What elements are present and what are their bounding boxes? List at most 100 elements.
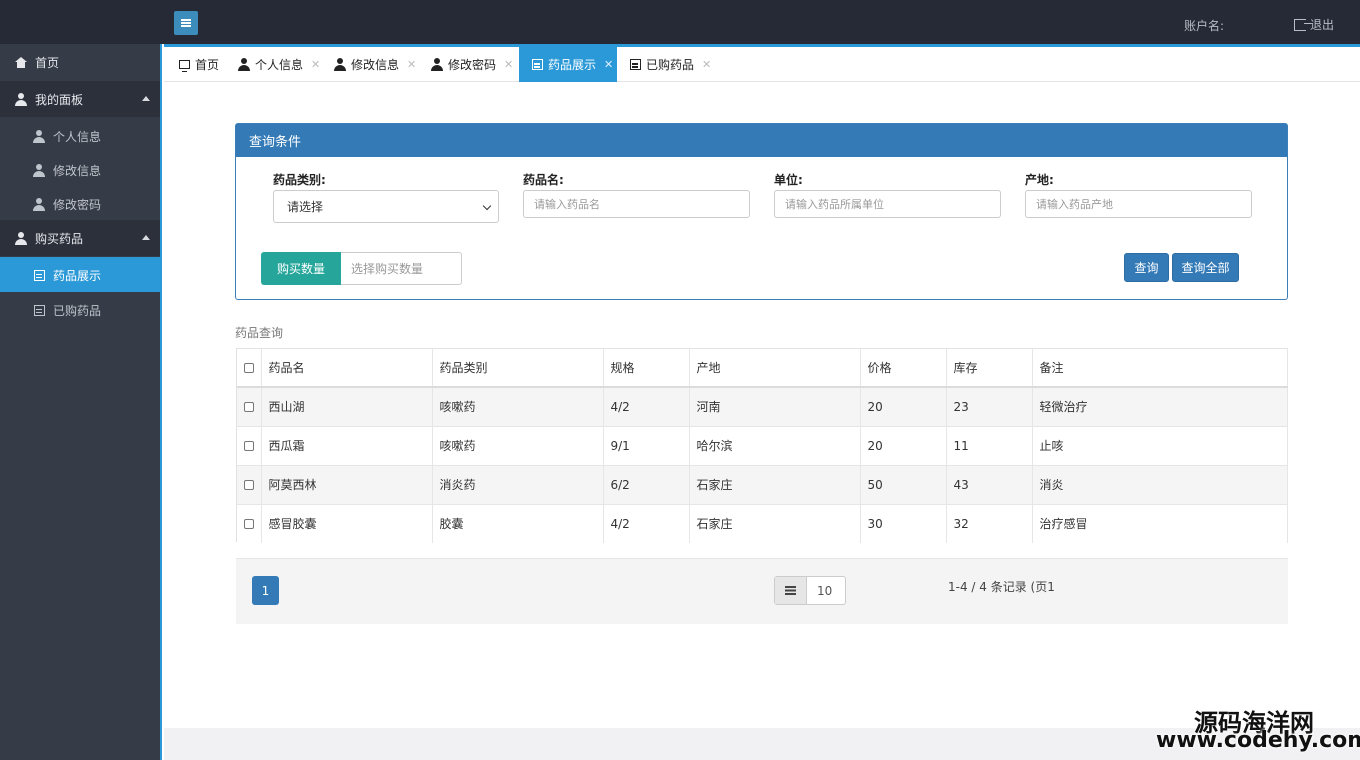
sidebar-group-buy-medicine[interactable]: 购买药品 <box>0 220 160 256</box>
column-header[interactable]: 药品名 <box>261 349 433 388</box>
column-header[interactable]: 药品类别 <box>432 349 604 388</box>
search-button[interactable]: 查询 <box>1124 253 1169 282</box>
name-input[interactable]: 请输入药品名 <box>523 190 750 218</box>
table-row[interactable]: 西山湖 咳嗽药 4/2 河南 20 23 轻微治疗 <box>237 386 1288 426</box>
page-size-value: 10 <box>817 583 833 598</box>
column-header[interactable]: 产地 <box>689 349 861 388</box>
tab-purchased[interactable]: 已购药品 ✕ <box>617 47 715 82</box>
list-icon <box>32 268 46 282</box>
sidebar-item-edit-info[interactable]: 修改信息 <box>0 152 160 188</box>
sidebar-item-medicine-display[interactable]: 药品展示 <box>0 257 160 293</box>
column-header[interactable]: 规格 <box>603 349 690 388</box>
select-all-checkbox[interactable] <box>244 363 254 373</box>
table-cell: 西山湖 <box>261 386 433 426</box>
user-icon <box>14 92 28 106</box>
user-edit-icon <box>334 58 346 71</box>
tab-home[interactable]: 首页 <box>166 47 232 82</box>
unit-input[interactable]: 请输入药品所属单位 <box>774 190 1001 218</box>
unit-label: 单位: <box>774 173 803 187</box>
close-icon[interactable]: ✕ <box>604 58 613 71</box>
home-icon <box>14 55 28 69</box>
origin-placeholder: 请输入药品产地 <box>1036 198 1113 211</box>
list-icon <box>785 586 796 595</box>
row-select-cell <box>237 425 262 465</box>
top-bar: 账户名: 退出 <box>0 0 1360 44</box>
origin-label: 产地: <box>1025 173 1054 187</box>
table-cell: 11 <box>946 425 1033 465</box>
category-value: 请选择 <box>287 200 324 214</box>
table-cell: 消炎 <box>1032 464 1288 504</box>
origin-input[interactable]: 请输入药品产地 <box>1025 190 1252 218</box>
close-icon[interactable]: ✕ <box>702 58 711 71</box>
sidebar-item-change-password[interactable]: 修改密码 <box>0 186 160 222</box>
row-checkbox[interactable] <box>244 480 254 490</box>
tab-label: 修改密码 <box>448 58 497 72</box>
user-lock-icon <box>431 58 443 71</box>
sidebar-item-label: 我的面板 <box>35 92 84 107</box>
table-cell: 20 <box>860 425 947 465</box>
quantity-input[interactable]: 选择购买数量 <box>341 252 462 285</box>
caret-up-icon <box>142 235 150 240</box>
table-cell: 咳嗽药 <box>432 425 604 465</box>
sidebar: 首页 我的面板 个人信息 修改信息 修改密码 购买药品 药品展示 已购药品 <box>0 44 162 760</box>
table-row[interactable]: 感冒胶囊 胶囊 4/2 石家庄 30 32 治疗感冒 <box>237 503 1288 543</box>
sidebar-item-purchased[interactable]: 已购药品 <box>0 292 160 328</box>
table-row[interactable]: 阿莫西林 消炎药 6/2 石家庄 50 43 消炎 <box>237 464 1288 504</box>
table-cell: 轻微治疗 <box>1032 386 1288 426</box>
column-header[interactable]: 库存 <box>946 349 1033 388</box>
tab-label: 修改信息 <box>351 58 400 72</box>
table-cell: 4/2 <box>603 386 690 426</box>
close-icon[interactable]: ✕ <box>504 58 513 71</box>
panel-title: 查询条件 <box>236 124 1287 157</box>
query-panel: 查询条件 药品类别: 请选择 药品名: 请输入药品名 单位: 请输入药品所属单位… <box>235 123 1288 300</box>
row-select-cell <box>237 464 262 504</box>
user-lock-icon <box>32 197 46 211</box>
page-number-button[interactable]: 1 <box>252 576 279 605</box>
user-icon <box>238 58 250 71</box>
category-select[interactable]: 请选择 <box>273 190 499 223</box>
user-info-icon <box>32 129 46 143</box>
column-header[interactable]: 价格 <box>860 349 947 388</box>
table-cell: 治疗感冒 <box>1032 503 1288 543</box>
row-checkbox[interactable] <box>244 519 254 530</box>
table-cell: 20 <box>860 386 947 426</box>
table-cell: 4/2 <box>603 503 690 543</box>
menu-toggle-button[interactable] <box>174 11 198 35</box>
name-placeholder: 请输入药品名 <box>534 198 600 211</box>
chevron-down-icon <box>482 201 492 211</box>
tab-label: 已购药品 <box>646 58 695 72</box>
tab-medicine-display[interactable]: 药品展示 ✕ <box>519 47 617 82</box>
row-checkbox[interactable] <box>244 441 254 451</box>
user-edit-icon <box>32 163 46 177</box>
page-size-selector[interactable]: 10 <box>774 576 846 605</box>
tab-bar: 首页 个人信息 ✕ 修改信息 ✕ 修改密码 ✕ 药品展示 ✕ 已购药品 ✕ <box>164 44 1360 82</box>
tab-change-password[interactable]: 修改密码 ✕ <box>419 47 519 82</box>
close-icon[interactable]: ✕ <box>311 58 320 71</box>
column-header[interactable]: 备注 <box>1032 349 1288 388</box>
tab-personal-info[interactable]: 个人信息 ✕ <box>226 47 322 82</box>
table-cell: 32 <box>946 503 1033 543</box>
hamburger-icon <box>181 19 191 27</box>
sidebar-item-personal-info[interactable]: 个人信息 <box>0 118 160 154</box>
table-header-row: 药品名 药品类别 规格 产地 价格 库存 备注 <box>237 349 1288 388</box>
page-size-button[interactable] <box>775 577 807 604</box>
sidebar-item-home[interactable]: 首页 <box>0 44 160 80</box>
name-label: 药品名: <box>523 173 564 187</box>
table-cell: 6/2 <box>603 464 690 504</box>
table-cell: 43 <box>946 464 1033 504</box>
results-table: 药品名 药品类别 规格 产地 价格 库存 备注 西山湖 咳嗽药 4/2 河南 2… <box>236 348 1288 543</box>
table-cell: 23 <box>946 386 1033 426</box>
list-icon <box>531 59 543 71</box>
tab-label: 首页 <box>195 58 220 72</box>
sidebar-group-my-panel[interactable]: 我的面板 <box>0 81 160 117</box>
table-row[interactable]: 西瓜霜 咳嗽药 9/1 哈尔滨 20 11 止咳 <box>237 425 1288 465</box>
tab-edit-info[interactable]: 修改信息 ✕ <box>322 47 418 82</box>
section-title: 药品查询 <box>235 326 284 340</box>
table-cell: 西瓜霜 <box>261 425 433 465</box>
close-icon[interactable]: ✕ <box>407 58 416 71</box>
row-checkbox[interactable] <box>244 402 254 413</box>
table-cell: 阿莫西林 <box>261 464 433 504</box>
logout-button[interactable]: 退出 <box>1294 16 1334 33</box>
unit-placeholder: 请输入药品所属单位 <box>785 198 884 211</box>
search-all-button[interactable]: 查询全部 <box>1172 253 1239 282</box>
